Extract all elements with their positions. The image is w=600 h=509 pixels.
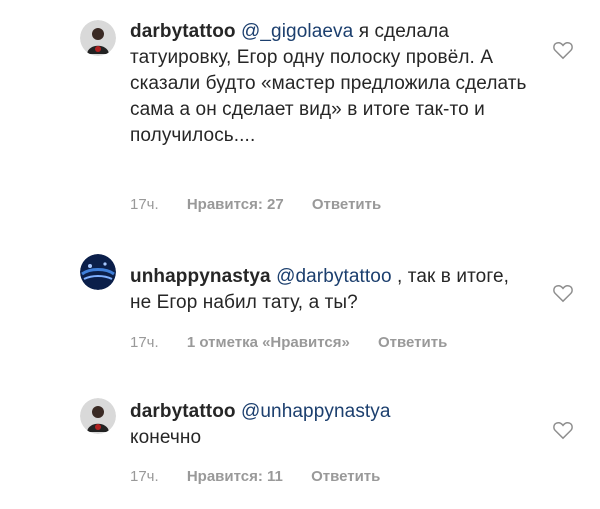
comment-time: 17ч. (130, 468, 159, 485)
heart-icon (553, 42, 573, 60)
heart-icon (553, 422, 573, 440)
like-heart-button[interactable] (552, 40, 574, 60)
like-heart-button[interactable] (552, 420, 574, 440)
likes-count-button[interactable]: Нравится: 11 (187, 468, 283, 485)
comment-text: darbytattoo @_gigolaeva я сделала татуир… (130, 19, 530, 149)
heart-icon (553, 285, 573, 303)
blue-lights-avatar-icon (80, 254, 116, 290)
tattoo-artist-avatar-icon (80, 20, 116, 56)
like-heart-button[interactable] (552, 283, 574, 303)
comment-username[interactable]: darbytattoo (130, 21, 236, 42)
comment-text: unhappynastya @darbytattoo , так в итоге… (130, 264, 530, 316)
comment-mention[interactable]: @darbytattoo (276, 266, 392, 287)
tattoo-artist-avatar-icon (80, 398, 116, 434)
avatar[interactable] (80, 20, 116, 56)
comment-time: 17ч. (130, 196, 159, 213)
comment-message: конечно (130, 427, 202, 448)
comment-mention[interactable]: @unhappynastya (241, 401, 391, 422)
reply-button[interactable]: Ответить (312, 196, 381, 213)
comment-meta: 17ч. Нравится: 11 Ответить (130, 468, 404, 485)
reply-button[interactable]: Ответить (311, 468, 380, 485)
comment-mention[interactable]: @_gigolaeva (241, 21, 353, 42)
likes-count-button[interactable]: 1 отметка «Нравится» (187, 334, 350, 351)
comment-username[interactable]: unhappynastya (130, 266, 271, 287)
comment-meta: 17ч. 1 отметка «Нравится» Ответить (130, 334, 471, 351)
avatar[interactable] (80, 398, 116, 434)
comment-username[interactable]: darbytattoo (130, 401, 236, 422)
avatar[interactable] (80, 254, 116, 290)
comment-meta: 17ч. Нравится: 27 Ответить (130, 196, 405, 213)
likes-count-button[interactable]: Нравится: 27 (187, 196, 284, 213)
comment-text: darbytattoo @unhappynastya конечно (130, 399, 530, 451)
comment-time: 17ч. (130, 334, 159, 351)
reply-button[interactable]: Ответить (378, 334, 447, 351)
